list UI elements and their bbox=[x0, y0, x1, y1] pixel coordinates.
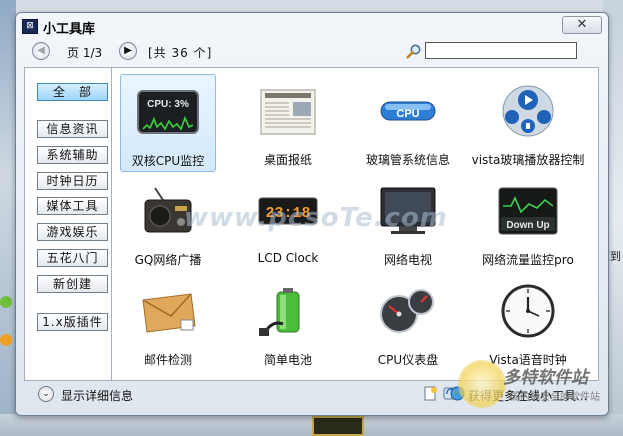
cpu-meter-icon: CPU: 3% bbox=[137, 90, 199, 134]
cpu-meter-text: CPU: 3% bbox=[147, 99, 189, 110]
gadget-label: 网络流量监控pro bbox=[482, 253, 574, 267]
media-player-icon bbox=[502, 85, 554, 137]
category-system[interactable]: 系统辅助 bbox=[37, 146, 108, 164]
previous-page-button[interactable]: ◀ bbox=[32, 42, 50, 60]
category-panel: 全 部 信息资讯 系统辅助 时钟日历 媒体工具 游戏娱乐 五花八门 新创建 1.… bbox=[24, 67, 112, 381]
gadget-tile[interactable]: CPU 玻璃管系统信息 bbox=[360, 74, 456, 172]
category-all[interactable]: 全 部 bbox=[37, 83, 108, 101]
gadget-tile[interactable]: Vista语音时钟 bbox=[480, 274, 576, 372]
gadget-label: vista玻璃播放器控制 bbox=[471, 153, 585, 167]
search-icon bbox=[406, 44, 421, 59]
category-new[interactable]: 新创建 bbox=[37, 275, 108, 293]
gadget-count: [共 36 个] bbox=[148, 46, 213, 60]
gadget-grid: CPU: 3% 双核CPU监控 桌面报纸 CPU 玻璃管系统信息 vista玻璃… bbox=[112, 67, 599, 381]
newspaper-icon bbox=[260, 89, 316, 135]
gadget-tile[interactable]: CPU仪表盘 bbox=[360, 274, 456, 372]
gadget-gallery-window: ⊠ 小工具库 ✕ ◀ 页 1/3 ▶ [共 36 个] 全 部 信息资讯 系统辅… bbox=[15, 12, 609, 416]
gadget-tile[interactable]: 简单电池 bbox=[240, 274, 336, 372]
traffic-monitor-text: Down Up bbox=[506, 220, 549, 231]
category-legacy-plugins[interactable]: 1.x版插件 bbox=[37, 313, 108, 331]
category-media[interactable]: 媒体工具 bbox=[37, 197, 108, 215]
category-clock[interactable]: 时钟日历 bbox=[37, 172, 108, 190]
navigation-bar: ◀ 页 1/3 ▶ [共 36 个] bbox=[24, 41, 598, 63]
category-games[interactable]: 游戏娱乐 bbox=[37, 223, 108, 241]
gadget-label: CPU仪表盘 bbox=[377, 353, 439, 367]
gadget-tile[interactable]: Down Up 网络流量监控pro bbox=[480, 174, 576, 272]
next-page-button[interactable]: ▶ bbox=[119, 42, 137, 60]
mail-envelope-icon bbox=[142, 293, 196, 333]
gadget-label: 邮件检测 bbox=[143, 353, 192, 367]
gadget-tile[interactable]: 桌面报纸 bbox=[240, 74, 336, 172]
gadget-tile[interactable]: 邮件检测 bbox=[120, 274, 216, 372]
category-misc[interactable]: 五花八门 bbox=[37, 249, 108, 267]
page-indicator: 页 1/3 bbox=[67, 46, 103, 60]
app-icon: ⊠ bbox=[22, 19, 38, 34]
desktop-gadget-fragment bbox=[312, 416, 364, 436]
cpu-gauge-icon bbox=[380, 289, 434, 333]
search-input[interactable] bbox=[425, 42, 577, 59]
desktop-green-dot bbox=[0, 296, 12, 308]
gadget-label: GQ网络广播 bbox=[134, 253, 202, 267]
site-logo-text: 多特软件站 bbox=[503, 368, 588, 388]
gadget-label: 桌面报纸 bbox=[263, 153, 312, 167]
watermark-text: www.pcsoTe.com bbox=[184, 203, 448, 233]
traffic-monitor-icon: Down Up bbox=[498, 187, 558, 235]
new-gadget-icon[interactable] bbox=[423, 386, 438, 401]
glass-tube-text: CPU bbox=[396, 108, 419, 120]
site-logo-mark bbox=[458, 360, 506, 408]
gadget-label: 简单电池 bbox=[263, 353, 312, 367]
title-bar[interactable]: ⊠ 小工具库 ✕ bbox=[16, 13, 608, 39]
category-news[interactable]: 信息资讯 bbox=[37, 120, 108, 138]
desktop-orange-dot bbox=[0, 334, 12, 346]
gadget-label: LCD Clock bbox=[257, 251, 319, 265]
gadget-label: 双核CPU监控 bbox=[131, 154, 205, 168]
analog-clock-icon bbox=[501, 284, 555, 338]
window-title: 小工具库 bbox=[43, 22, 96, 37]
glass-tube-cpu-icon: CPU bbox=[380, 101, 436, 121]
battery-icon bbox=[259, 288, 300, 336]
show-details-label[interactable]: 显示详细信息 bbox=[61, 387, 133, 404]
gadget-label: 网络电视 bbox=[383, 253, 432, 267]
desktop-background-left bbox=[0, 0, 16, 436]
gadget-tile[interactable]: vista玻璃播放器控制 bbox=[472, 74, 584, 172]
gadget-label: 玻璃管系统信息 bbox=[365, 153, 450, 167]
gadget-tile[interactable]: CPU: 3% 双核CPU监控 bbox=[120, 74, 216, 172]
close-button[interactable]: ✕ bbox=[562, 16, 602, 34]
site-logo-subtitle: 国内最安全的软件站 bbox=[510, 392, 600, 403]
expand-details-icon[interactable]: ⌄ bbox=[38, 386, 54, 402]
